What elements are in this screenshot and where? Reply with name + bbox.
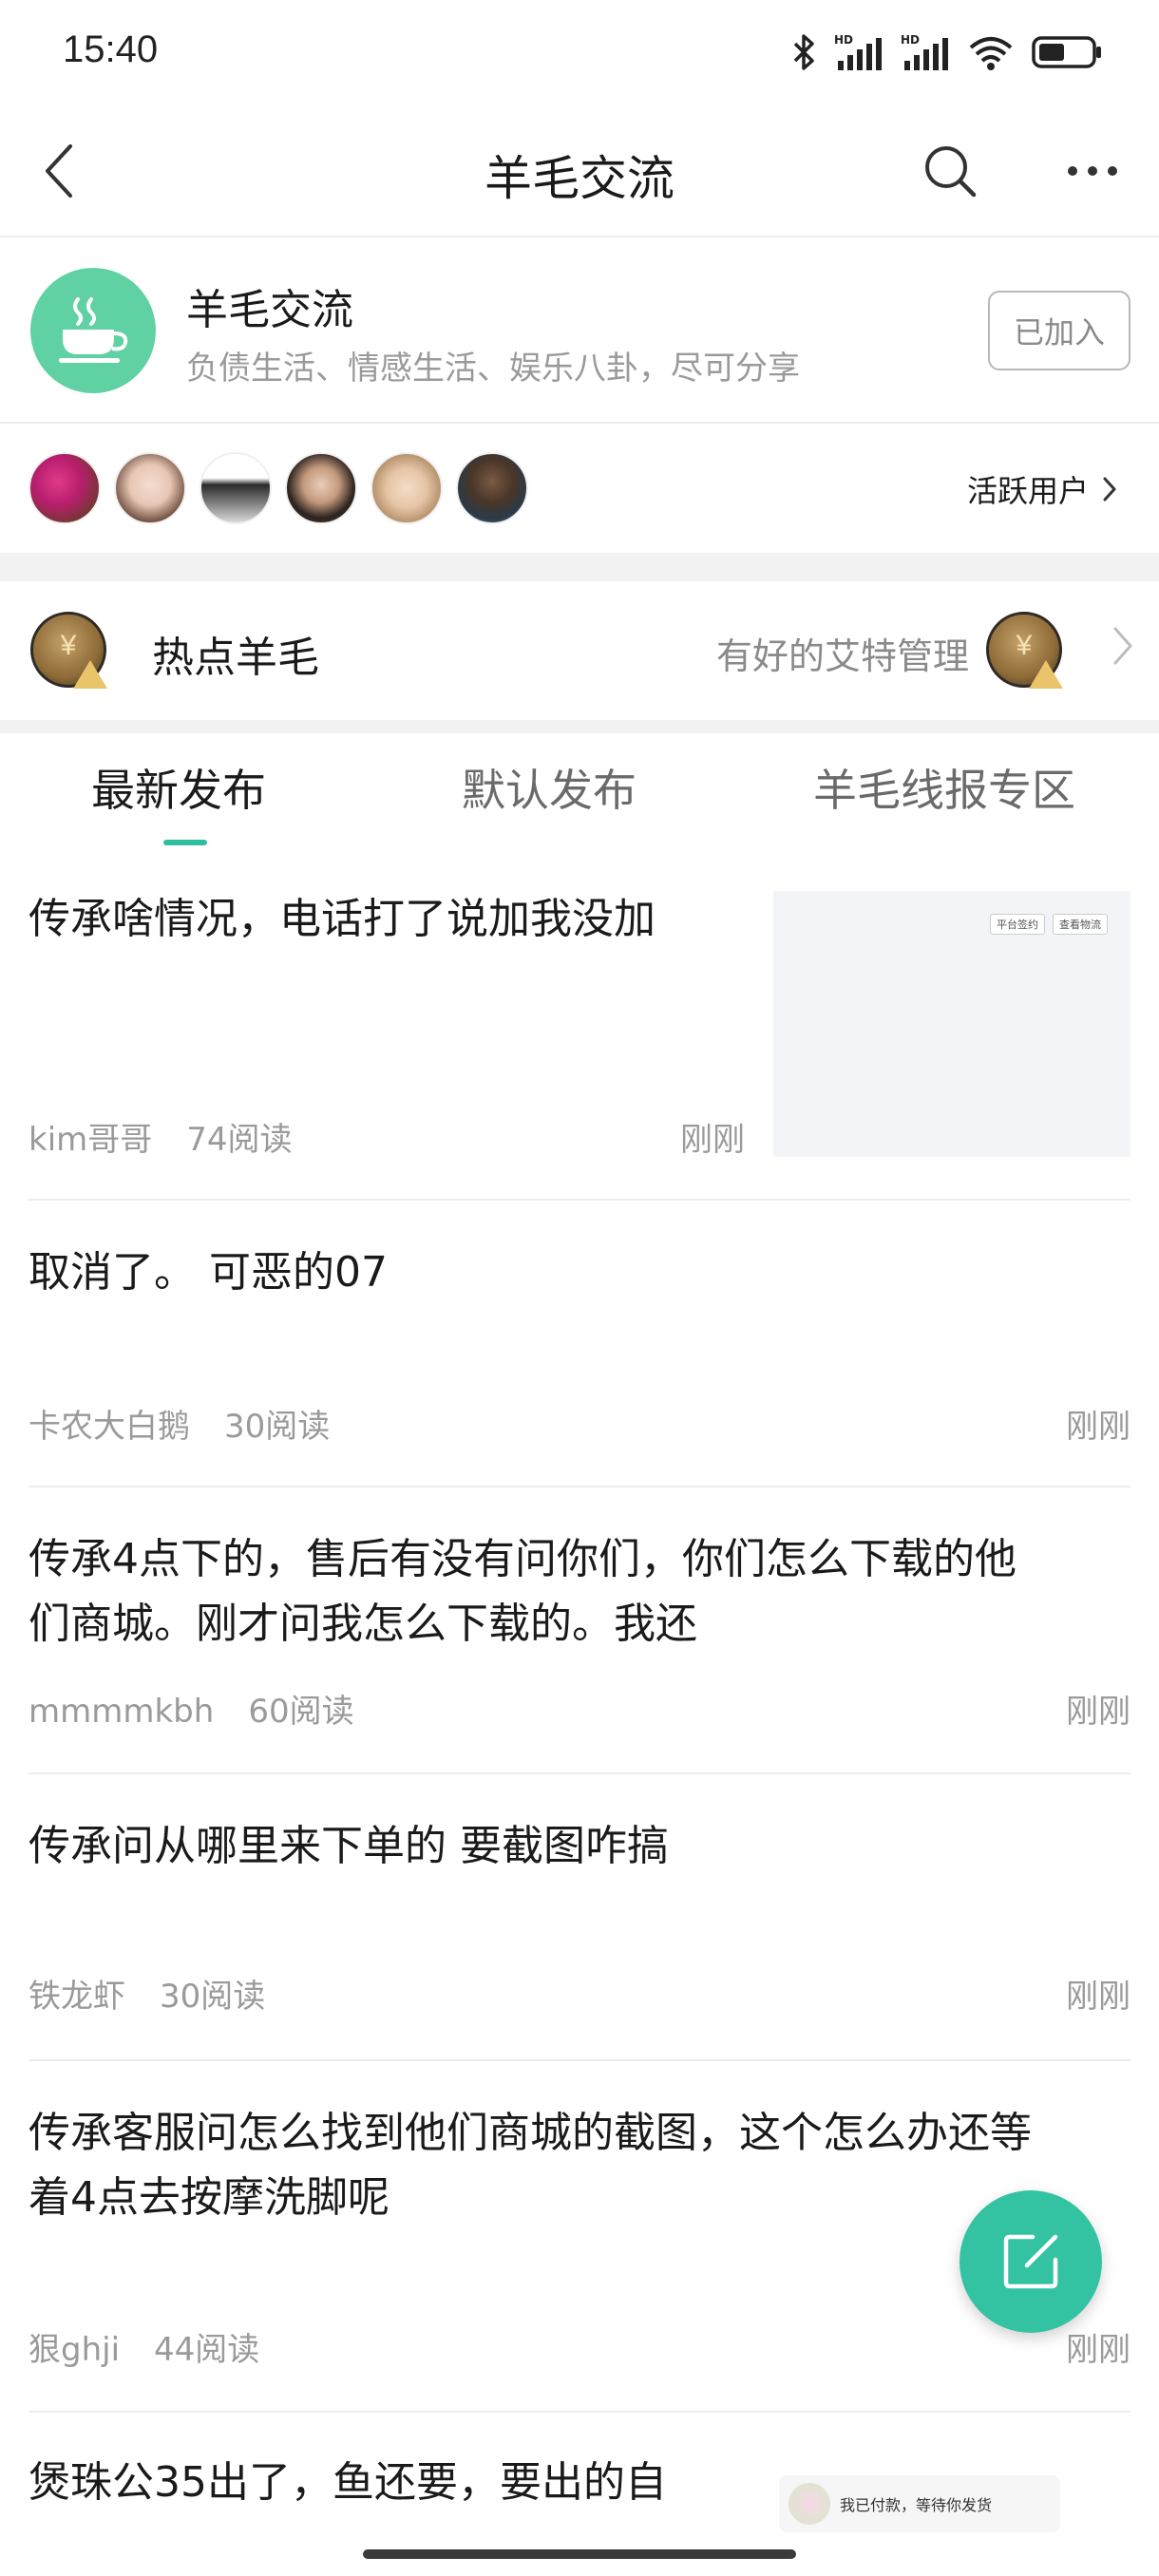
hd-signal-icon: HD xyxy=(901,33,948,70)
tab-indicator xyxy=(163,840,207,845)
group-description: 负债生活、情感生活、娱乐八卦，尽可分享 xyxy=(186,350,800,388)
avatar[interactable] xyxy=(285,452,357,524)
thumbnail-label: 平台签约 xyxy=(990,914,1045,935)
post-meta: mmmmkbh 60阅读 xyxy=(28,1685,354,1732)
section-divider xyxy=(0,720,1159,733)
avatar xyxy=(788,2483,830,2525)
tab-default[interactable]: 默认发布 xyxy=(462,756,636,819)
post-time: 刚刚 xyxy=(1066,1978,1130,2016)
avatar[interactable] xyxy=(200,452,272,524)
post-meta: 铁龙虾 30阅读 xyxy=(28,1970,265,2017)
svg-text:HD: HD xyxy=(834,33,853,47)
post-meta: 狠ghji 44阅读 xyxy=(28,2323,259,2370)
thumbnail-label: 查看物流 xyxy=(1053,914,1108,935)
post-author: 卡农大白鹅 xyxy=(28,1408,190,1446)
post-author: 狠ghji xyxy=(28,2331,121,2369)
post-title: 传承问从哪里来下单的 要截图咋搞 xyxy=(28,1822,669,1870)
list-item[interactable]: 传承问从哪里来下单的 要截图咋搞 铁龙虾 30阅读 刚刚 xyxy=(28,1774,1130,2061)
group-avatar[interactable] xyxy=(30,268,156,393)
status-bar: 15:40 HD HD xyxy=(0,0,1159,104)
active-users-link[interactable]: 活跃用户 xyxy=(967,467,1117,511)
post-time: 刚刚 xyxy=(680,1121,745,1159)
chevron-right-icon xyxy=(1113,627,1132,665)
post-title: 传承4点下的，售后有没有问你们，你们怎么下载的他 们商城。刚才问我怎么下载的。我… xyxy=(28,1527,1016,1657)
title-bar: 羊毛交流 xyxy=(0,104,1159,237)
post-reads: 74阅读 xyxy=(186,1121,293,1159)
post-time: 刚刚 xyxy=(1066,1693,1130,1731)
post-title-line: 们商城。刚才问我怎么下载的。我还 xyxy=(28,1600,697,1648)
post-author: mmmmkbh xyxy=(28,1693,215,1731)
post-author: kim哥哥 xyxy=(28,1121,153,1159)
post-reads: 44阅读 xyxy=(154,2331,260,2369)
svg-text:HD: HD xyxy=(901,33,920,47)
joined-button[interactable]: 已加入 xyxy=(988,291,1130,370)
post-title: 取消了。 可恶的07 xyxy=(28,1248,388,1297)
post-reads: 30阅读 xyxy=(160,1978,266,2016)
post-time: 刚刚 xyxy=(1066,1408,1130,1446)
compose-button[interactable] xyxy=(960,2190,1102,2333)
post-title-line: 传承客服问怎么找到他们商城的截图，这个怎么办还等 xyxy=(28,2109,1032,2157)
avatar[interactable] xyxy=(456,452,528,524)
list-item[interactable]: 传承啥情况，电话打了说加我没加 kim哥哥 74阅读 刚刚 平台签约 查看物流 xyxy=(28,851,1130,1201)
tab-deals[interactable]: 羊毛线报专区 xyxy=(813,756,1075,819)
search-icon xyxy=(925,146,977,198)
section-divider xyxy=(0,553,1159,581)
notification-text: 我已付款，等待你发货 xyxy=(840,2496,993,2514)
avatar[interactable] xyxy=(28,452,101,524)
post-time: 刚刚 xyxy=(1066,2331,1130,2369)
chat-notification[interactable]: 我已付款，等待你发货 xyxy=(779,2475,1060,2532)
hot-subtitle: 有好的艾特管理 xyxy=(715,635,969,677)
more-button[interactable] xyxy=(1054,133,1130,209)
status-time: 15:40 xyxy=(63,28,159,70)
post-title-line: 着4点去按摩洗脚呢 xyxy=(28,2173,390,2222)
post-title: 传承客服问怎么找到他们商城的截图，这个怎么办还等 着4点去按摩洗脚呢 xyxy=(28,2101,1032,2230)
hot-coin-icon: ¥ xyxy=(30,612,107,689)
wifi-icon xyxy=(969,37,1013,70)
group-header: 羊毛交流 负债生活、情感生活、娱乐八卦，尽可分享 已加入 xyxy=(0,237,1159,424)
list-item[interactable]: 取消了。 可恶的07 卡农大白鹅 30阅读 刚刚 xyxy=(28,1201,1130,1487)
teacup-icon xyxy=(59,297,128,363)
chevron-right-icon xyxy=(1103,477,1116,502)
more-icon xyxy=(1068,166,1117,176)
active-user-avatars xyxy=(28,452,528,524)
status-icons: HD HD xyxy=(792,28,1102,76)
list-item[interactable]: 传承4点下的，售后有没有问你们，你们怎么下载的他 们商城。刚才问我怎么下载的。我… xyxy=(28,1487,1130,1774)
post-meta: kim哥哥 74阅读 xyxy=(28,1113,293,1160)
post-author: 铁龙虾 xyxy=(28,1978,125,2016)
post-meta: 卡农大白鹅 30阅读 xyxy=(28,1400,330,1447)
avatar[interactable] xyxy=(370,452,443,524)
hd-signal-icon: HD xyxy=(834,33,882,70)
tab-bar: 最新发布 默认发布 羊毛线报专区 xyxy=(0,733,1159,851)
post-thumbnail[interactable]: 平台签约 查看物流 xyxy=(773,891,1130,1157)
battery-icon xyxy=(1032,36,1101,68)
group-name: 羊毛交流 xyxy=(186,286,353,334)
hot-row[interactable]: ¥ 热点羊毛 有好的艾特管理 ¥ xyxy=(0,581,1159,720)
hot-title: 热点羊毛 xyxy=(152,634,319,682)
post-reads: 60阅读 xyxy=(248,1693,354,1731)
avatar[interactable] xyxy=(114,452,186,524)
active-users-label: 活跃用户 xyxy=(966,473,1089,509)
post-title-line: 传承4点下的，售后有没有问你们，你们怎么下载的他 xyxy=(28,1535,1016,1583)
active-users-row: 活跃用户 xyxy=(0,424,1159,553)
tab-latest[interactable]: 最新发布 xyxy=(91,756,266,819)
search-button[interactable] xyxy=(912,133,988,209)
post-reads: 30阅读 xyxy=(224,1408,331,1446)
post-title: 煲珠公35出了，鱼还要，要出的自 xyxy=(28,2458,667,2507)
compose-icon xyxy=(1003,2234,1058,2289)
bluetooth-icon xyxy=(793,34,814,70)
thumbnail-buttons: 平台签约 查看物流 xyxy=(990,914,1108,935)
home-indicator[interactable] xyxy=(363,2549,796,2559)
hot-coin-icon: ¥ xyxy=(986,612,1063,689)
post-title: 传承啥情况，电话打了说加我没加 xyxy=(28,895,656,943)
